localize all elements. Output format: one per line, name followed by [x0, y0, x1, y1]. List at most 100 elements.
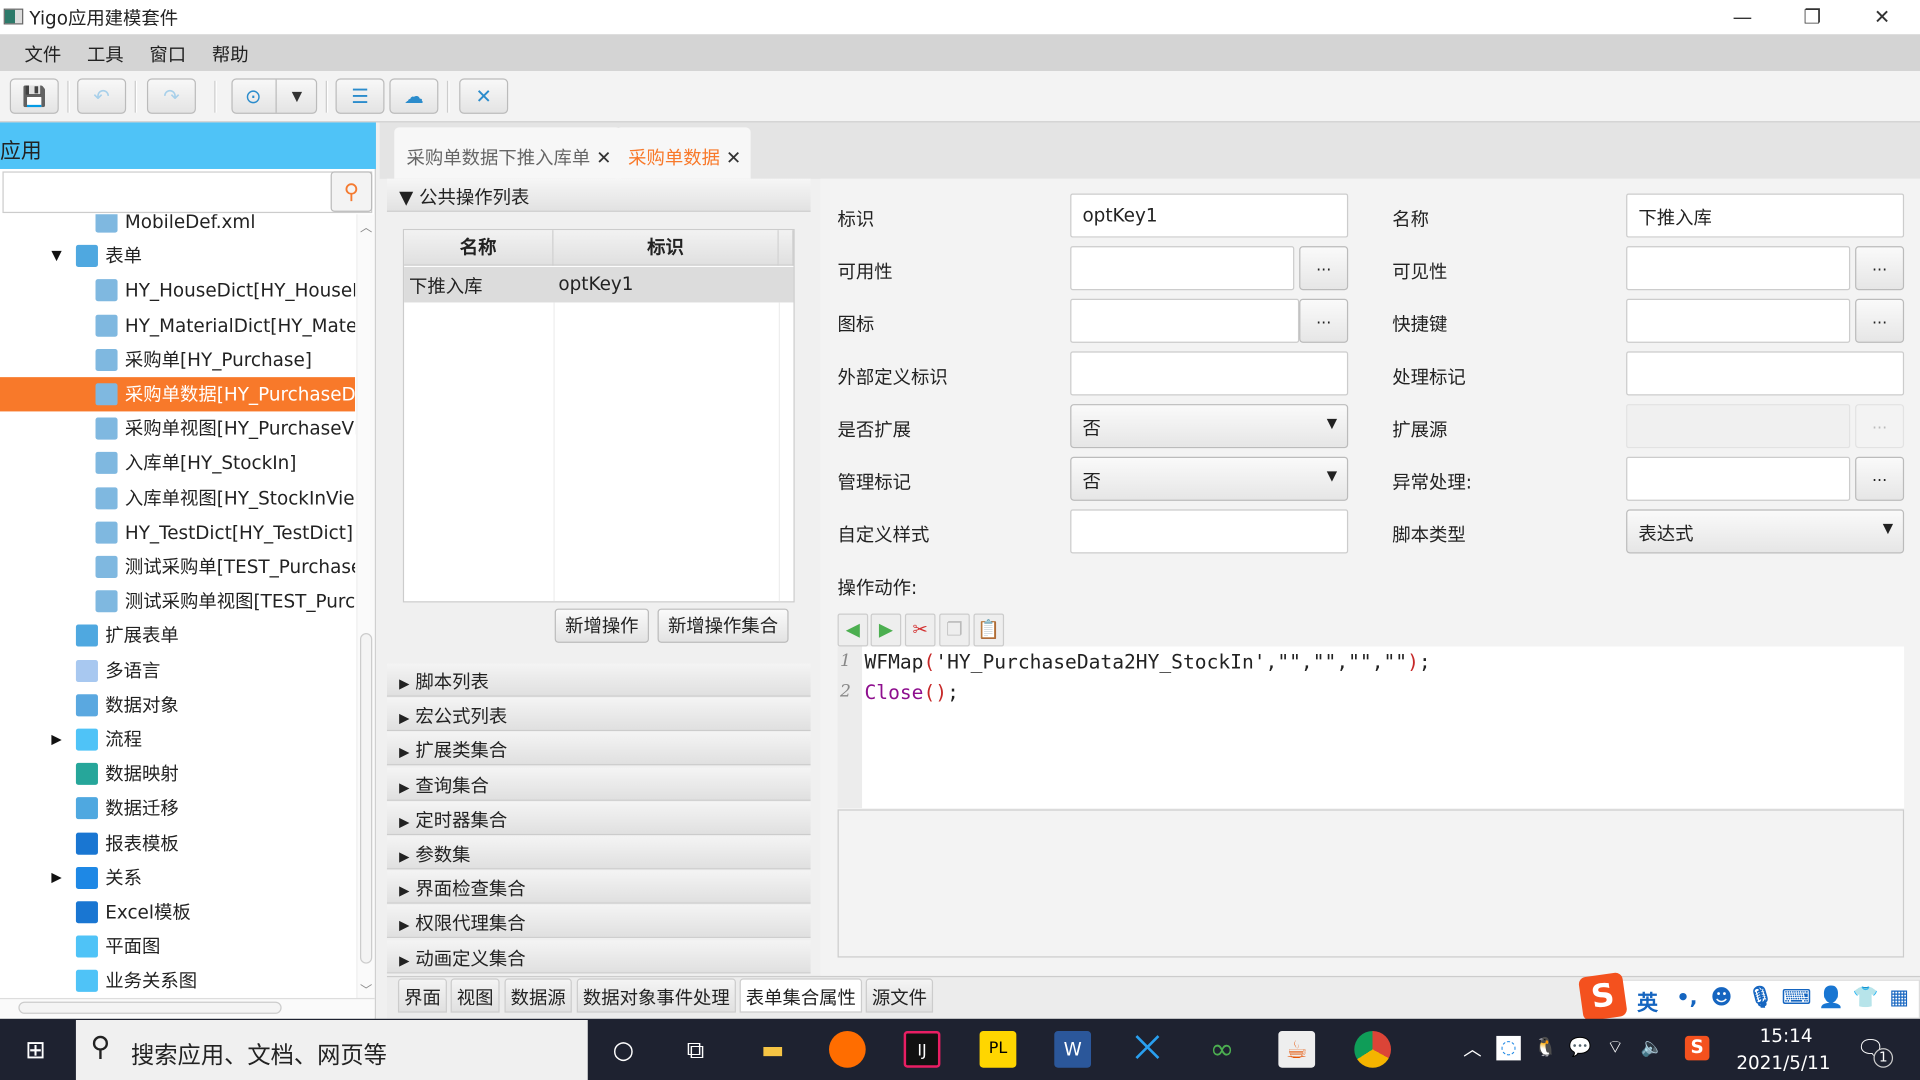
tree-item[interactable]: 测试采购单视图[TEST_PurchaseView]	[0, 584, 355, 618]
expand-select[interactable]: 否 ▼	[1070, 404, 1349, 449]
code-line[interactable]: Close();	[864, 681, 958, 704]
restore-button[interactable]: ❐	[1784, 2, 1840, 31]
paste-icon[interactable]: 📋	[973, 613, 1005, 647]
bottom-tab[interactable]: 视图	[450, 978, 500, 1013]
windows-start-icon[interactable]: ⊞	[17, 1031, 54, 1068]
copy-icon[interactable]: ❐	[939, 613, 970, 647]
ime-mode[interactable]: 英	[1637, 986, 1658, 1016]
icon-browse-button[interactable]: ...	[1299, 298, 1349, 343]
expand-source-input[interactable]	[1626, 404, 1851, 449]
tree-item[interactable]: 入库单视图[HY_StockInView]	[0, 481, 355, 515]
visible-input[interactable]	[1626, 246, 1851, 291]
collapse-arrow-icon[interactable]: ▶	[51, 861, 61, 895]
bottom-tab[interactable]: 界面	[397, 978, 447, 1013]
database-icon[interactable]: ☰	[335, 78, 385, 114]
tools-icon[interactable]: ✕	[459, 78, 509, 114]
section-header[interactable]: ▶ 宏公式列表	[386, 698, 811, 732]
close-button[interactable]: ✕	[1854, 2, 1910, 31]
visible-browse-button[interactable]: ...	[1855, 246, 1905, 291]
section-header[interactable]: ▶ 参数集	[386, 836, 811, 870]
section-header[interactable]: ▶ 定时器集合	[386, 801, 811, 835]
volume-icon[interactable]: 🔈	[1641, 1036, 1664, 1058]
taskbar-search[interactable]: ⚲ 搜索应用、文档、网页等	[75, 1020, 588, 1080]
tree-item[interactable]: 多语言	[0, 653, 355, 687]
add-operation-button[interactable]: 新增操作	[554, 608, 649, 643]
section-header[interactable]: ▶ 动画定义集合	[386, 939, 811, 973]
keyboard-icon[interactable]: ⌨	[1782, 986, 1812, 1010]
scroll-thumb[interactable]	[360, 633, 373, 964]
exception-browse-button[interactable]: ...	[1855, 456, 1905, 501]
tree-item[interactable]: 数据对象	[0, 688, 355, 722]
tree-item[interactable]: ▼ 表单	[0, 239, 355, 273]
add-operation-set-button[interactable]: 新增操作集合	[657, 608, 789, 643]
section-header[interactable]: ▶ 扩展类集合	[386, 732, 811, 766]
clock-time[interactable]: 15:14	[1760, 1025, 1813, 1047]
close-icon[interactable]: ✕	[596, 147, 611, 169]
bottom-tab[interactable]: 数据源	[504, 978, 572, 1013]
tree-item[interactable]: 平面图	[0, 930, 355, 964]
app-icon[interactable]: ∞	[1204, 1031, 1241, 1068]
shortcut-input[interactable]	[1626, 298, 1851, 343]
upload-icon[interactable]: ☁	[389, 78, 439, 114]
dropdown-icon[interactable]: ▼	[275, 79, 318, 113]
sogou-tray-icon[interactable]: S	[1684, 1035, 1710, 1061]
enable-browse-button[interactable]: ...	[1299, 246, 1349, 291]
tree-item[interactable]: 数据迁移	[0, 791, 355, 825]
tree-item[interactable]: Excel模板	[0, 895, 355, 929]
script-type-select[interactable]: 表达式 ▼	[1626, 509, 1905, 554]
vscode-icon[interactable]: ⨉	[1129, 1031, 1166, 1068]
wifi-icon[interactable]: ⌔	[1607, 1036, 1624, 1059]
tree-item[interactable]: 报表模板	[0, 826, 355, 860]
tree-item[interactable]: ▶ 流程	[0, 722, 355, 756]
refkey-input[interactable]	[1070, 351, 1349, 396]
style-input[interactable]	[1070, 509, 1349, 554]
tree-item[interactable]: HY_TestDict[HY_TestDict]	[0, 515, 355, 549]
tree-item[interactable]: 采购单视图[HY_PurchaseView]	[0, 412, 355, 446]
sogou-icon[interactable]: S	[1577, 971, 1628, 1022]
file-explorer-icon[interactable]: ▬	[754, 1031, 791, 1068]
expand-source-browse-button[interactable]: ...	[1855, 404, 1905, 449]
undo-icon[interactable]: ↶	[77, 78, 127, 114]
java-icon[interactable]: ☕	[1278, 1031, 1316, 1068]
microphone-icon[interactable]: 🎙	[1747, 986, 1773, 1010]
tree-item[interactable]: MobileDef.xml	[0, 214, 355, 238]
menu-tools[interactable]: 工具	[87, 42, 124, 68]
save-icon[interactable]: 💾	[9, 78, 59, 114]
tree-item[interactable]: 采购单[HY_Purchase]	[0, 343, 355, 377]
name-input[interactable]: 下推入库	[1626, 193, 1905, 238]
section-header-operations[interactable]: ▼ 公共操作列表	[386, 178, 811, 212]
menu-help[interactable]: 帮助	[212, 42, 249, 68]
dingtalk-icon[interactable]: ◌	[1496, 1035, 1521, 1061]
redo-icon[interactable]: ↷	[146, 78, 196, 114]
menu-file[interactable]: 文件	[24, 42, 61, 68]
shortcut-browse-button[interactable]: ...	[1855, 298, 1905, 343]
comment-icon[interactable]: ⊙ ▼	[231, 78, 318, 114]
cortana-icon[interactable]: ○	[605, 1031, 642, 1068]
section-header[interactable]: ▶ 权限代理集合	[386, 905, 811, 939]
tab-purchase-data[interactable]: 采购单数据 ✕	[615, 127, 752, 179]
tree-item[interactable]: 入库单[HY_StockIn]	[0, 446, 355, 480]
manage-select[interactable]: 否 ▼	[1070, 456, 1349, 501]
search-icon[interactable]: ⚲	[330, 171, 373, 212]
clock-date[interactable]: 2021/5/11	[1736, 1052, 1830, 1074]
column-header-key[interactable]: 标识	[553, 230, 779, 266]
menu-window[interactable]: 窗口	[149, 42, 186, 68]
icon-input[interactable]	[1070, 298, 1300, 343]
enable-input[interactable]	[1070, 246, 1295, 291]
user-icon[interactable]: 👤	[1818, 986, 1844, 1010]
toolbox-icon[interactable]: ▦	[1889, 986, 1909, 1010]
code-editor[interactable]: 1 WFMap('HY_PurchaseData2HY_StockIn',"","…	[837, 646, 1905, 809]
wechat-icon[interactable]: 💬	[1569, 1036, 1592, 1058]
tree-item[interactable]: HY_MaterialDict[HY_MaterialDict]	[0, 308, 355, 342]
section-header[interactable]: ▶ 查询集合	[386, 767, 811, 801]
tree-item[interactable]: 扩展表单	[0, 619, 355, 653]
close-icon[interactable]: ✕	[726, 147, 741, 169]
tree-item[interactable]: ▶ 关系	[0, 861, 355, 895]
arrow-right-icon[interactable]: ▶	[870, 613, 902, 647]
qq-icon[interactable]: 🐧	[1534, 1036, 1557, 1058]
search-input[interactable]	[2, 171, 373, 214]
word-icon[interactable]: W	[1054, 1031, 1092, 1068]
emoji-icon[interactable]: ☻	[1711, 986, 1733, 1010]
intellij-icon[interactable]: IJ	[903, 1031, 941, 1068]
section-header[interactable]: ▶ 界面检查集合	[386, 870, 811, 904]
